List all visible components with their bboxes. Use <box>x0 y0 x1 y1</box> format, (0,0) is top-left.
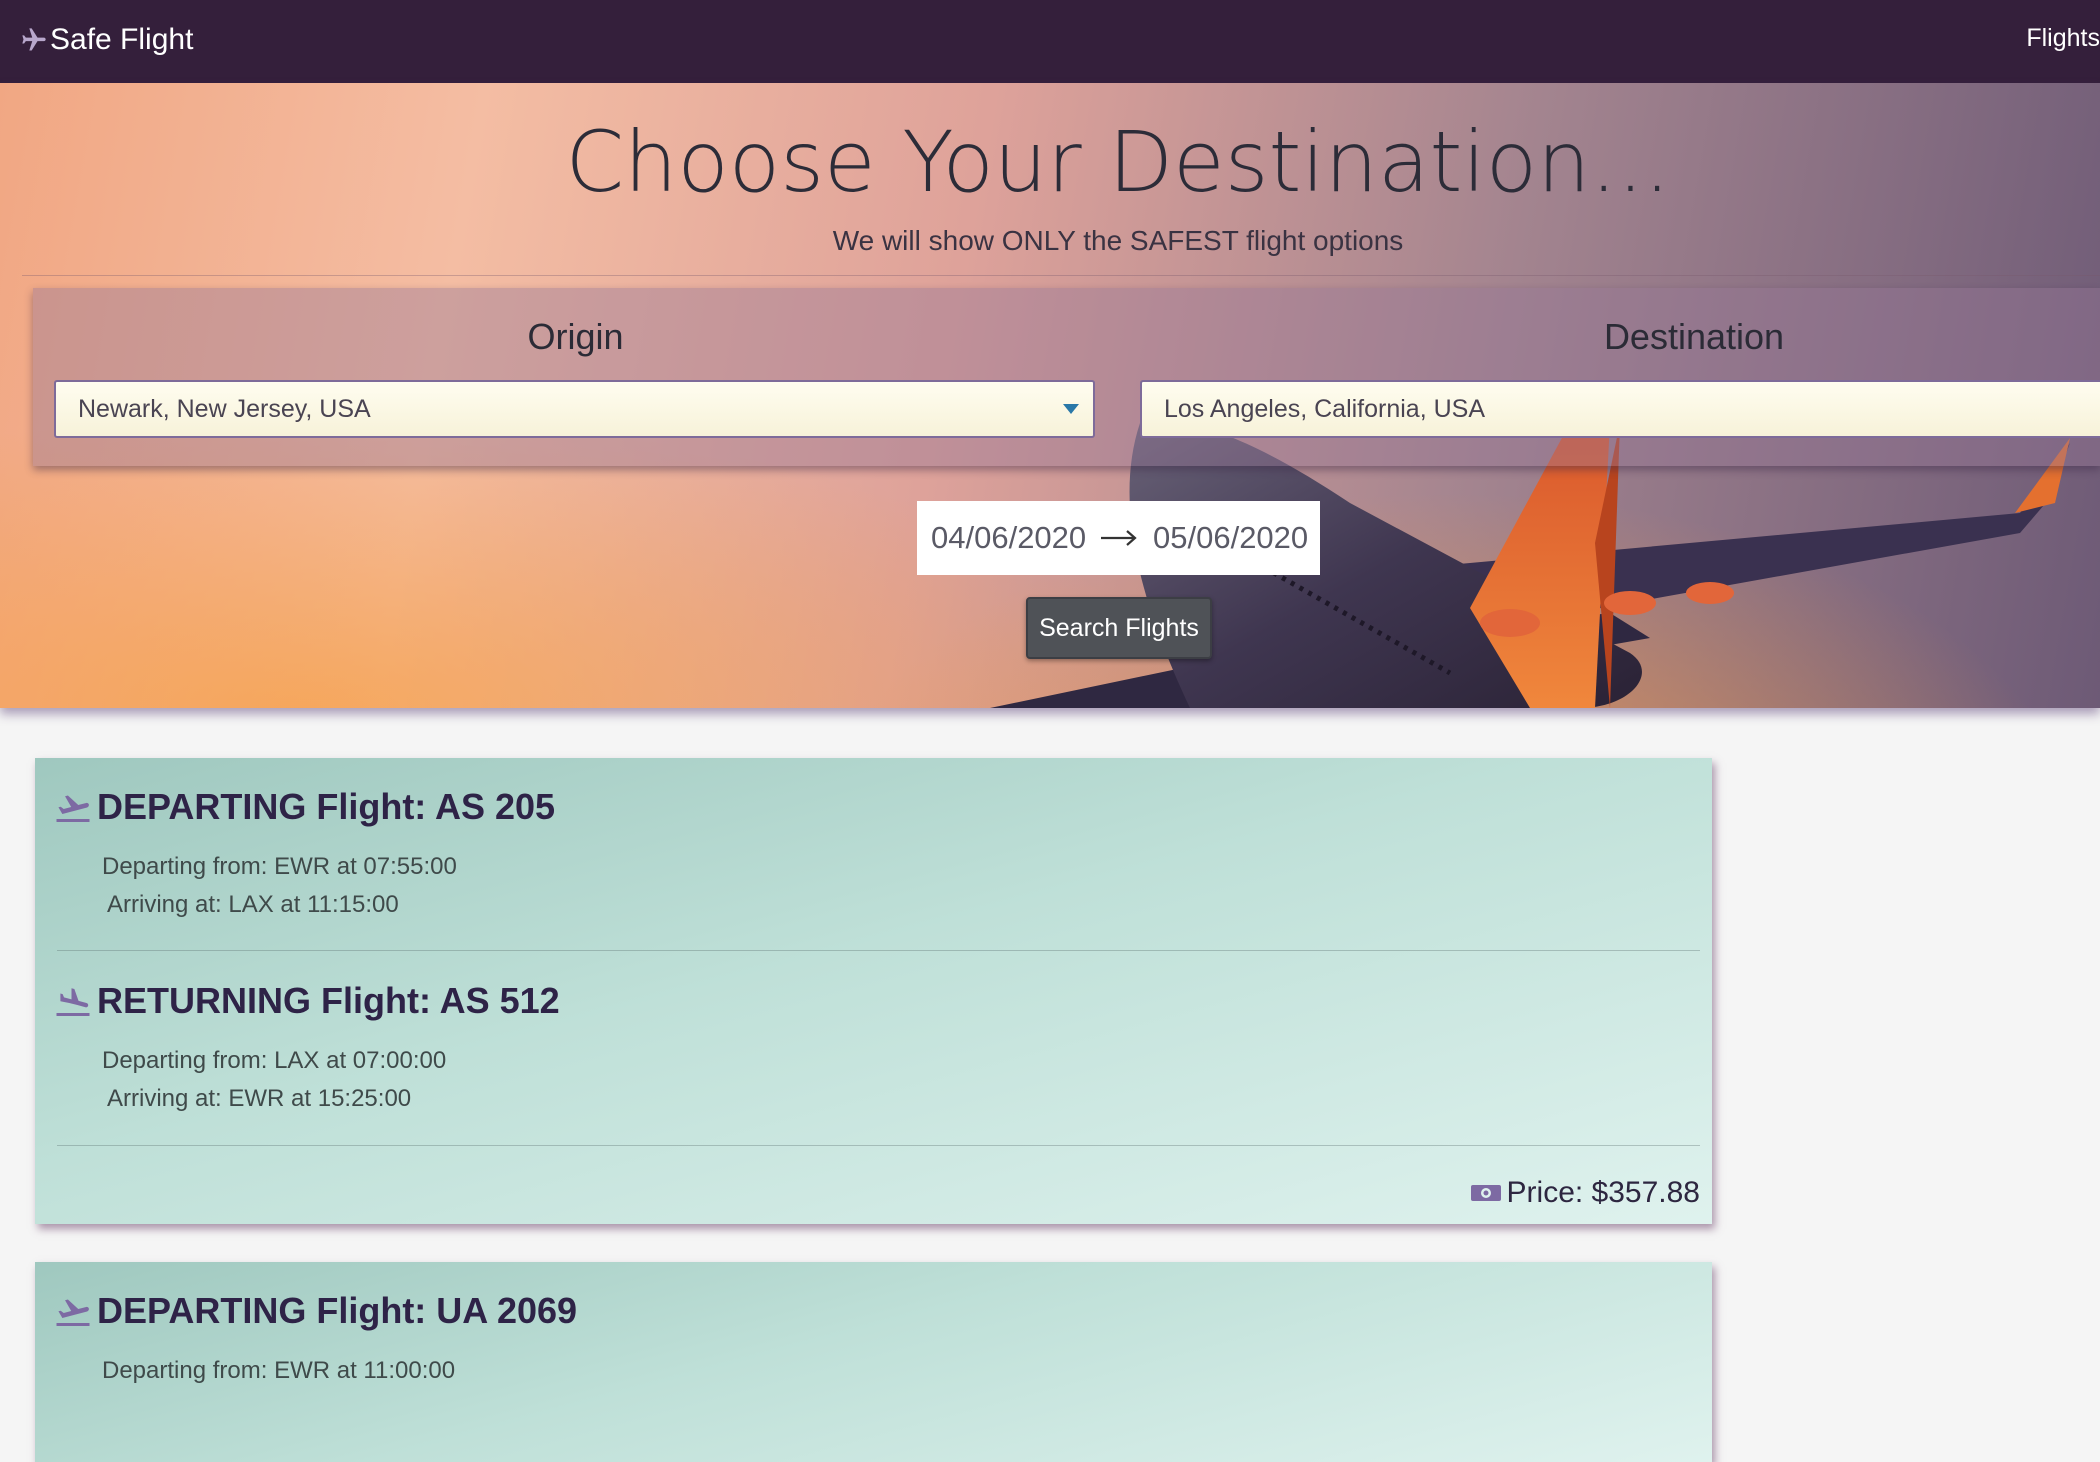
brand-link[interactable]: Safe Flight <box>20 20 193 60</box>
search-flights-button[interactable]: Search Flights <box>1026 597 1212 659</box>
price-display: Price: $357.88 <box>1470 1176 1700 1210</box>
departing-flight-title: DEPARTING Flight: AS 205 <box>97 786 556 827</box>
origin-select[interactable]: Newark, New Jersey, USA <box>54 380 1095 438</box>
divider <box>57 1145 1700 1146</box>
date-range-picker[interactable]: 04/06/2020 05/06/2020 <box>917 501 1320 575</box>
destination-value: Los Angeles, California, USA <box>1164 395 1486 423</box>
departing-from-text: Departing from: LAX at 07:00:00 <box>102 1047 447 1074</box>
flight-result-card[interactable]: DEPARTING Flight: UA 2069 Departing from… <box>35 1262 1712 1462</box>
end-date[interactable]: 05/06/2020 <box>1153 520 1308 556</box>
departing-flight-heading: DEPARTING Flight: UA 2069 <box>55 1290 577 1332</box>
departing-flight-heading: DEPARTING Flight: AS 205 <box>55 786 555 828</box>
price-value: Price: $357.88 <box>1506 1176 1700 1209</box>
departing-flight-title: DEPARTING Flight: UA 2069 <box>97 1290 578 1331</box>
arriving-at-text: Arriving at: LAX at 11:15:00 <box>107 891 399 918</box>
nav-link-flights[interactable]: Flights <box>2026 24 2100 53</box>
arriving-at-text: Arriving at: EWR at 15:25:00 <box>107 1085 412 1112</box>
destination-select[interactable]: Los Angeles, California, USA <box>1140 380 2100 438</box>
flight-land-icon <box>56 988 90 1016</box>
page-subtitle: We will show ONLY the SAFEST flight opti… <box>832 225 1404 256</box>
returning-flight-title: RETURNING Flight: AS 512 <box>97 980 560 1021</box>
page-title: Choose Your Destination... <box>565 113 1671 211</box>
departing-from-text: Departing from: EWR at 07:55:00 <box>102 853 457 880</box>
start-date[interactable]: 04/06/2020 <box>931 520 1086 556</box>
departing-from-text: Departing from: EWR at 11:00:00 <box>102 1357 456 1384</box>
origin-value: Newark, New Jersey, USA <box>78 395 371 423</box>
destination-label: Destination <box>1603 316 1785 357</box>
flight-takeoff-icon <box>56 1299 90 1326</box>
arrow-right-icon <box>1101 530 1137 546</box>
chevron-down-icon[interactable] <box>1063 404 1079 414</box>
divider <box>22 275 2100 276</box>
flight-takeoff-icon <box>56 795 90 822</box>
origin-label: Origin <box>527 316 624 357</box>
money-icon <box>1470 1185 1501 1201</box>
route-search-panel: Origin Destination Newark, New Jersey, U… <box>33 288 2100 466</box>
flight-result-card[interactable]: DEPARTING Flight: AS 205 Departing from:… <box>35 758 1712 1224</box>
divider <box>57 950 1700 951</box>
airplane-icon <box>22 28 46 51</box>
hero-banner: Choose Your Destination... We will show … <box>0 83 2100 708</box>
returning-flight-heading: RETURNING Flight: AS 512 <box>55 980 560 1022</box>
navbar: Safe Flight Flights <box>0 0 2100 83</box>
brand-name: Safe Flight <box>50 23 194 56</box>
